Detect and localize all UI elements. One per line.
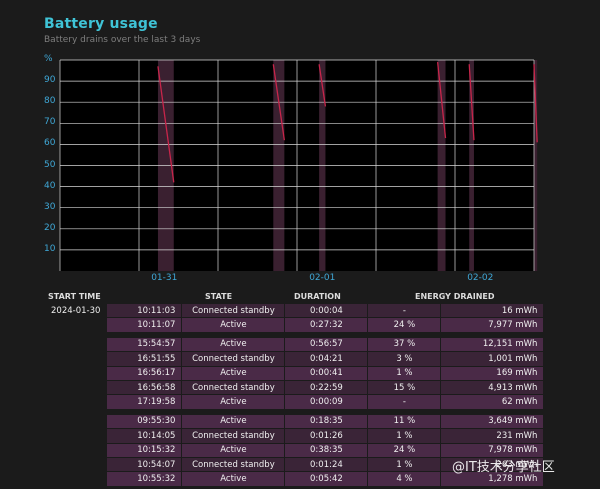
- table-row: 16:51:55 Connected standby 0:04:21 3 % 1,001…: [43, 351, 545, 367]
- start-time-cell: 10:15:32: [106, 442, 183, 458]
- y-tick-label: 90: [44, 75, 56, 86]
- state-cell: Connected standby: [181, 379, 286, 396]
- energy-percent-cell: -: [367, 394, 442, 410]
- start-date-cell: [43, 317, 108, 333]
- start-time-cell: 10:55:32: [106, 471, 183, 487]
- state-cell: Active: [181, 471, 286, 487]
- state-cell: Active: [181, 442, 286, 458]
- y-tick-label: 20: [44, 222, 56, 233]
- y-tick-label: 70: [44, 117, 56, 128]
- x-tick-label: 01-31: [151, 273, 178, 283]
- start-time-cell: 09:55:30: [106, 413, 183, 430]
- watermark: @IT技术分享社区: [452, 460, 555, 475]
- x-tick-label: 02-01: [309, 273, 336, 283]
- table-row: 10:11:07 Active 0:27:32 24 % 7,977 mWh: [43, 317, 545, 333]
- duration-cell: 0:01:24: [284, 456, 369, 473]
- state-cell: Connected standby: [181, 351, 286, 367]
- start-time-cell: 10:54:07: [106, 456, 183, 473]
- y-tick-label: 10: [44, 243, 56, 254]
- energy-percent-cell: 1 %: [367, 365, 442, 381]
- energy-percent-cell: 1 %: [367, 428, 442, 444]
- duration-cell: 0:00:41: [284, 365, 369, 381]
- duration-cell: 0:27:32: [284, 317, 369, 333]
- start-time-cell: 16:51:55: [106, 351, 183, 367]
- energy-percent-cell: 1 %: [367, 456, 442, 473]
- start-date-cell: [43, 336, 108, 353]
- x-tick-label: 02-02: [467, 273, 494, 283]
- state-cell: Active: [181, 394, 286, 410]
- energy-drained-cell: 12,151 mWh: [440, 336, 545, 353]
- start-time-cell: 10:11:03: [106, 302, 183, 319]
- start-date-cell: [43, 394, 108, 410]
- table-row: 15:54:57 Active 0:56:57 37 % 12,151 mWh: [43, 336, 545, 353]
- duration-cell: 0:56:57: [284, 336, 369, 353]
- battery-chart: [59, 59, 538, 271]
- start-date-cell: [43, 471, 108, 487]
- state-cell: Connected standby: [181, 428, 286, 444]
- start-time-cell: 10:11:07: [106, 317, 183, 333]
- y-tick-label: 30: [44, 201, 56, 212]
- energy-percent-cell: 11 %: [367, 413, 442, 430]
- duration-cell: 0:04:21: [284, 351, 369, 367]
- energy-percent-cell: 15 %: [367, 379, 442, 396]
- energy-percent-cell: 24 %: [367, 317, 442, 333]
- table-row: 16:56:58 Connected standby 0:22:59 15 % 4,91…: [43, 379, 545, 396]
- energy-drained-cell: 169 mWh: [440, 365, 545, 381]
- energy-percent-cell: 3 %: [367, 351, 442, 367]
- start-date-cell: [43, 351, 108, 367]
- y-tick-label: 60: [44, 138, 56, 149]
- col-header-energy-drained: ENERGY DRAINED: [415, 292, 495, 301]
- state-cell: Active: [181, 365, 286, 381]
- table-row: 16:56:17 Active 0:00:41 1 % 169 mWh: [43, 365, 545, 381]
- energy-drained-cell: 3,649 mWh: [440, 413, 545, 430]
- start-date-cell: [43, 456, 108, 473]
- y-tick-label: 80: [44, 96, 56, 107]
- start-time-cell: 10:14:05: [106, 428, 183, 444]
- duration-cell: 0:05:42: [284, 471, 369, 487]
- energy-drained-cell: 7,977 mWh: [440, 317, 545, 333]
- duration-cell: 0:18:35: [284, 413, 369, 430]
- energy-drained-cell: 62 mWh: [440, 394, 545, 410]
- table-row: 10:14:05 Connected standby 0:01:26 1 % 231 m…: [43, 428, 545, 444]
- start-time-cell: 17:19:58: [106, 394, 183, 410]
- duration-cell: 0:38:35: [284, 442, 369, 458]
- table-row: 17:19:58 Active 0:00:09-62 mWh: [43, 394, 545, 410]
- duration-cell: 0:00:04: [284, 302, 369, 319]
- start-date-cell: [43, 428, 108, 444]
- col-header-start-time: START TIME: [48, 292, 101, 301]
- state-cell: Connected standby: [181, 302, 286, 319]
- state-cell: Active: [181, 336, 286, 353]
- y-tick-label: 40: [44, 180, 56, 191]
- start-date-cell: [43, 442, 108, 458]
- energy-drained-cell: 4,913 mWh: [440, 379, 545, 396]
- energy-drained-cell: 1,001 mWh: [440, 351, 545, 367]
- y-axis-unit-label: %: [44, 54, 53, 64]
- col-header-state: STATE: [205, 292, 233, 301]
- energy-percent-cell: 37 %: [367, 336, 442, 353]
- duration-cell: 0:22:59: [284, 379, 369, 396]
- start-time-cell: 16:56:58: [106, 379, 183, 396]
- state-cell: Active: [181, 317, 286, 333]
- start-date-cell: [43, 379, 108, 396]
- energy-drained-cell: 231 mWh: [440, 428, 545, 444]
- energy-percent-cell: 24 %: [367, 442, 442, 458]
- duration-cell: 0:00:09: [284, 394, 369, 410]
- start-time-cell: 16:56:17: [106, 365, 183, 381]
- start-date-cell: [43, 413, 108, 430]
- state-cell: Active: [181, 413, 286, 430]
- start-date-cell: [43, 365, 108, 381]
- energy-percent-cell: -: [367, 302, 442, 319]
- table-row: 09:55:30 Active 0:18:35 11 % 3,649 mWh: [43, 413, 545, 430]
- duration-cell: 0:01:26: [284, 428, 369, 444]
- start-date-cell: 2024-01-30: [43, 302, 108, 319]
- start-time-cell: 15:54:57: [106, 336, 183, 353]
- table-row: 2024-01-30 10:11:03 Connected standby 0:00:…: [43, 302, 545, 319]
- col-header-duration: DURATION: [294, 292, 341, 301]
- state-cell: Connected standby: [181, 456, 286, 473]
- y-tick-label: 50: [44, 159, 56, 170]
- energy-percent-cell: 4 %: [367, 471, 442, 487]
- energy-drained-cell: 16 mWh: [440, 302, 545, 319]
